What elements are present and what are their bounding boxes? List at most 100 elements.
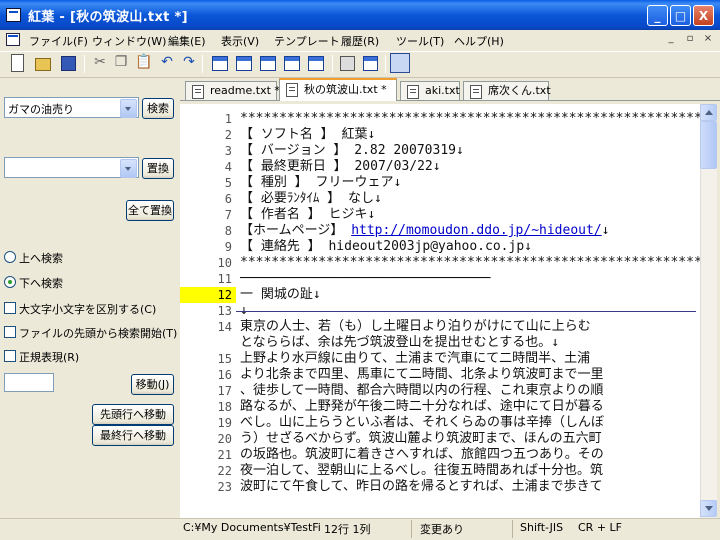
- scroll-up-button[interactable]: [700, 104, 717, 121]
- redo-icon[interactable]: ↷: [180, 54, 198, 72]
- paste-icon[interactable]: 📋: [135, 54, 153, 72]
- editor-line[interactable]: 【 バージョン 】 2.82 20070319↓: [240, 143, 700, 159]
- editor-line[interactable]: 上野より水戸線に由りて、土浦まで汽車にて二時間半、土浦: [240, 351, 700, 367]
- tab-readme[interactable]: readme.txt *: [185, 81, 280, 100]
- close-button[interactable]: X: [693, 5, 714, 26]
- editor-line[interactable]: の坂路也。筑波町に着きさへすれば、旅館四つ五つあり。その: [240, 447, 700, 463]
- search-up-radio[interactable]: [4, 251, 16, 263]
- editor-line[interactable]: 【 作者名 】 ヒジキ↓: [240, 207, 700, 223]
- menu-template[interactable]: テンプレート: [274, 33, 340, 49]
- regex-checkbox[interactable]: [4, 350, 16, 362]
- chevron-down-icon[interactable]: [120, 99, 137, 118]
- tab-aki[interactable]: aki.txt: [400, 81, 460, 100]
- menu-help[interactable]: ヘルプ(H): [454, 33, 504, 49]
- scroll-thumb[interactable]: [700, 121, 717, 169]
- menu-edit[interactable]: 編集(E): [168, 33, 206, 49]
- search-up-label[interactable]: 上へ検索: [19, 250, 63, 266]
- undo-icon[interactable]: ↶: [158, 54, 176, 72]
- goto-first-line-button[interactable]: 先頭行へ移動: [92, 404, 174, 425]
- document-icon[interactable]: [6, 33, 20, 46]
- editor-line[interactable]: 【 必要ﾗﾝﾀｲﾑ 】 なし↓: [240, 191, 700, 207]
- line-number: 3: [224, 144, 232, 158]
- minimize-button[interactable]: _: [647, 5, 668, 26]
- text-file-icon: [470, 85, 482, 99]
- line-number: 5: [224, 176, 232, 190]
- open-folder-icon[interactable]: [35, 58, 51, 71]
- editor-line[interactable]: 一 関城の趾↓: [240, 287, 700, 303]
- editor-line[interactable]: ────────────────────────────────: [240, 271, 700, 287]
- chevron-down-icon[interactable]: [120, 159, 137, 178]
- line-number: 21: [217, 448, 232, 462]
- print-preview-icon[interactable]: [363, 56, 378, 71]
- line-number: 20: [217, 432, 232, 446]
- tile-horizontal-icon[interactable]: [284, 56, 300, 71]
- mdi-minimize-button[interactable]: _: [664, 33, 678, 46]
- regex-label[interactable]: 正規表現(R): [19, 349, 79, 365]
- tab-sekiji-kun[interactable]: 席次くん.txt: [463, 81, 551, 100]
- editor-line[interactable]: 波町にて午食して、昨日の路を帰るとすれば、土浦まで歩きて: [240, 479, 700, 495]
- match-case-label[interactable]: 大文字小文字を区別する(C): [19, 301, 156, 317]
- copy-icon[interactable]: ❐: [112, 54, 130, 72]
- editor-line[interactable]: 東京の人士、若（も）し土曜日より泊りがけにて山に上らむ: [240, 319, 700, 335]
- replace-button[interactable]: 置換: [142, 158, 174, 179]
- line-number: 12: [180, 287, 236, 303]
- new-file-icon[interactable]: [11, 54, 24, 72]
- line-number: 1: [224, 112, 232, 126]
- editor-line[interactable]: 【 種別 】 フリーウェア↓: [240, 175, 700, 191]
- replace-all-button[interactable]: 全て置換: [126, 200, 174, 221]
- editor-line[interactable]: 【 連絡先 】 hideout2003jp@yahoo.co.jp↓: [240, 239, 700, 255]
- editor-line[interactable]: より北条まで四里、馬車にて二時間、北条より筑波町まで一里: [240, 367, 700, 383]
- cascade-window-icon[interactable]: [212, 56, 228, 71]
- save-disk-icon[interactable]: [61, 56, 76, 71]
- from-top-checkbox[interactable]: [4, 326, 16, 338]
- editor-line[interactable]: となららば、余は先づ筑波登山を提出せむとする也。↓: [240, 335, 700, 351]
- menu-view[interactable]: 表示(V): [221, 33, 259, 49]
- goto-last-line-button[interactable]: 最終行へ移動: [92, 425, 174, 446]
- editor-line[interactable]: 【ホームページ】 http://momoudon.ddo.jp/~hideout…: [240, 223, 700, 239]
- new-window-icon[interactable]: [308, 56, 324, 71]
- line-number: 2: [224, 128, 232, 142]
- menu-tools[interactable]: ツール(T): [396, 33, 444, 49]
- line-number: 8: [224, 224, 232, 238]
- match-case-checkbox[interactable]: [4, 302, 16, 314]
- from-top-label[interactable]: ファイルの先頭から検索開始(T): [19, 325, 177, 341]
- tile-vertical-icon[interactable]: [260, 56, 276, 71]
- app-icon[interactable]: [6, 8, 21, 22]
- replace-combo[interactable]: [4, 157, 139, 178]
- mdi-restore-button[interactable]: ▫: [683, 33, 697, 46]
- print-icon[interactable]: [340, 56, 355, 71]
- menu-file[interactable]: ファイル(F): [29, 33, 88, 49]
- editor-line[interactable]: う）せざるべからず。筑波山麓より筑波町まで、ほんの五六町: [240, 431, 700, 447]
- cut-icon[interactable]: ✂: [91, 54, 109, 72]
- status-encoding: Shift-JIS: [520, 521, 564, 534]
- editor-line[interactable]: 夜一泊して、翌朝山に上るべし。往復五時間あれば十分也。筑: [240, 463, 700, 479]
- editor-line[interactable]: ****************************************…: [240, 255, 700, 271]
- text-file-icon: [192, 85, 204, 99]
- editor-line[interactable]: 【 最終更新日 】 2007/03/22↓: [240, 159, 700, 175]
- tab-aki-no-tsukubasan[interactable]: 秋の筑波山.txt *: [279, 78, 397, 101]
- editor-line[interactable]: 【 ソフト名 】 紅葉↓: [240, 127, 700, 143]
- jump-button[interactable]: 移動(J): [131, 374, 174, 395]
- maximize-button[interactable]: □: [670, 5, 691, 26]
- status-file-path: C:¥My Documents¥TestFi: [183, 521, 321, 534]
- line-number: 23: [217, 480, 232, 494]
- search-button[interactable]: 検索: [142, 98, 174, 119]
- editor-line[interactable]: べし。山に上らうといふ者は、それくらゐの事は辛捧（しんぼ: [240, 415, 700, 431]
- line-number: 14: [217, 320, 232, 334]
- editor-line[interactable]: 、徒歩して一時間、都合六時間以内の行程、これ東京よりの順: [240, 383, 700, 399]
- search-combo[interactable]: ガマの油売り: [4, 97, 139, 118]
- menu-window[interactable]: ウィンドウ(W): [92, 33, 166, 49]
- search-down-radio[interactable]: [4, 276, 16, 288]
- line-number-input[interactable]: [4, 373, 54, 392]
- mdi-close-button[interactable]: ×: [701, 33, 715, 46]
- search-down-label[interactable]: 下へ検索: [19, 275, 63, 291]
- menu-history[interactable]: 履歴(R): [341, 33, 379, 49]
- side-panel-icon[interactable]: [390, 53, 410, 73]
- editor-line[interactable]: 路なるが、上野発が午後二時二十分なれば、途中にて日が暮る: [240, 399, 700, 415]
- scroll-down-button[interactable]: [700, 500, 717, 517]
- text-file-icon: [407, 85, 419, 99]
- tile-window-icon[interactable]: [236, 56, 252, 71]
- editor-line[interactable]: ****************************************…: [240, 111, 700, 127]
- homepage-link[interactable]: http://momoudon.ddo.jp/~hideout/: [351, 223, 601, 238]
- status-cursor-position: 12行 1列: [324, 523, 371, 536]
